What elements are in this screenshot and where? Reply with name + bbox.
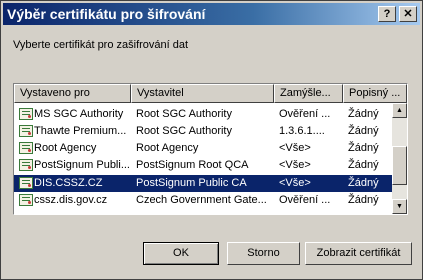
view-certificate-button[interactable]: Zobrazit certifikát — [305, 242, 412, 265]
cell-friendly-name: Žádný — [348, 142, 379, 154]
scroll-up-button[interactable]: ▲ — [392, 103, 407, 118]
cell-issuer: Root Agency — [136, 142, 199, 154]
column-header-friendly-name[interactable]: Popisný ... — [343, 84, 407, 103]
cell-purpose: <Vše> — [279, 177, 311, 189]
certificate-icon — [19, 159, 33, 171]
window-title: Výběr certifikátu pro šifrování — [7, 6, 206, 22]
column-header-issued-to[interactable]: Vystaveno pro — [14, 84, 131, 103]
certificate-icon — [19, 177, 33, 189]
cell-issued-to: Root Agency — [34, 142, 97, 154]
cell-purpose: 1.3.6.1.... — [279, 125, 325, 137]
cell-friendly-name: Žádný — [348, 177, 379, 189]
cell-issued-to: Thawte Premium... — [34, 125, 127, 137]
certificate-icon — [19, 194, 33, 206]
cancel-button[interactable]: Storno — [227, 242, 300, 265]
list-rows: MS SGC Authority Root SGC Authority Ověř… — [14, 103, 392, 214]
cell-issuer: Czech Government Gate... — [136, 194, 267, 206]
cell-issued-to: MS SGC Authority — [34, 108, 124, 120]
scroll-down-button[interactable]: ▼ — [392, 199, 407, 214]
cell-purpose: Ověření ... — [279, 194, 331, 206]
cell-issuer: PostSignum Public CA — [136, 177, 247, 189]
certificate-icon — [19, 142, 33, 154]
certificate-icon — [19, 125, 33, 137]
cell-issued-to: PostSignum Publi... — [34, 159, 130, 171]
ok-button[interactable]: OK — [143, 242, 219, 265]
cell-friendly-name: Žádný — [348, 159, 379, 171]
table-row[interactable]: Root Agency Root Agency <Vše> Žádný — [14, 140, 392, 157]
cell-issuer: PostSignum Root QCA — [136, 159, 249, 171]
cell-friendly-name: Žádný — [348, 194, 379, 206]
table-row[interactable]: MS SGC Authority Root SGC Authority Ověř… — [14, 106, 392, 123]
instruction-text: Vyberte certifikát pro zašifrování dat — [13, 39, 189, 51]
scrollbar-thumb[interactable] — [392, 146, 407, 185]
certificate-list[interactable]: Vystaveno pro Vystavitel Zamýšle... Popi… — [13, 83, 408, 215]
column-header-issuer[interactable]: Vystavitel — [131, 84, 274, 103]
help-button[interactable]: ? — [378, 6, 396, 22]
column-header-purpose[interactable]: Zamýšle... — [274, 84, 343, 103]
cell-purpose: <Vše> — [279, 159, 311, 171]
title-bar[interactable]: Výběr certifikátu pro šifrování ? ✕ — [3, 3, 420, 25]
dialog-window: Výběr certifikátu pro šifrování ? ✕ Vybe… — [0, 0, 423, 280]
vertical-scrollbar[interactable]: ▲ ▼ — [392, 103, 407, 214]
cell-purpose: <Vše> — [279, 142, 311, 154]
certificate-icon — [19, 108, 33, 120]
table-row[interactable]: PostSignum Publi... PostSignum Root QCA … — [14, 157, 392, 174]
cell-friendly-name: Žádný — [348, 125, 379, 137]
cell-purpose: Ověření ... — [279, 108, 331, 120]
table-row[interactable]: cssz.dis.gov.cz Czech Government Gate...… — [14, 192, 392, 209]
cell-issued-to: DIS.CSSZ.CZ — [34, 177, 103, 189]
cell-issuer: Root SGC Authority — [136, 125, 232, 137]
table-row[interactable]: Thawte Premium... Root SGC Authority 1.3… — [14, 123, 392, 140]
cell-issuer: Root SGC Authority — [136, 108, 232, 120]
list-header: Vystaveno pro Vystavitel Zamýšle... Popi… — [14, 84, 407, 103]
close-button[interactable]: ✕ — [399, 6, 417, 22]
table-row-selected[interactable]: DIS.CSSZ.CZ PostSignum Public CA <Vše> Ž… — [14, 175, 392, 192]
cell-issued-to: cssz.dis.gov.cz — [34, 194, 108, 206]
cell-friendly-name: Žádný — [348, 108, 379, 120]
